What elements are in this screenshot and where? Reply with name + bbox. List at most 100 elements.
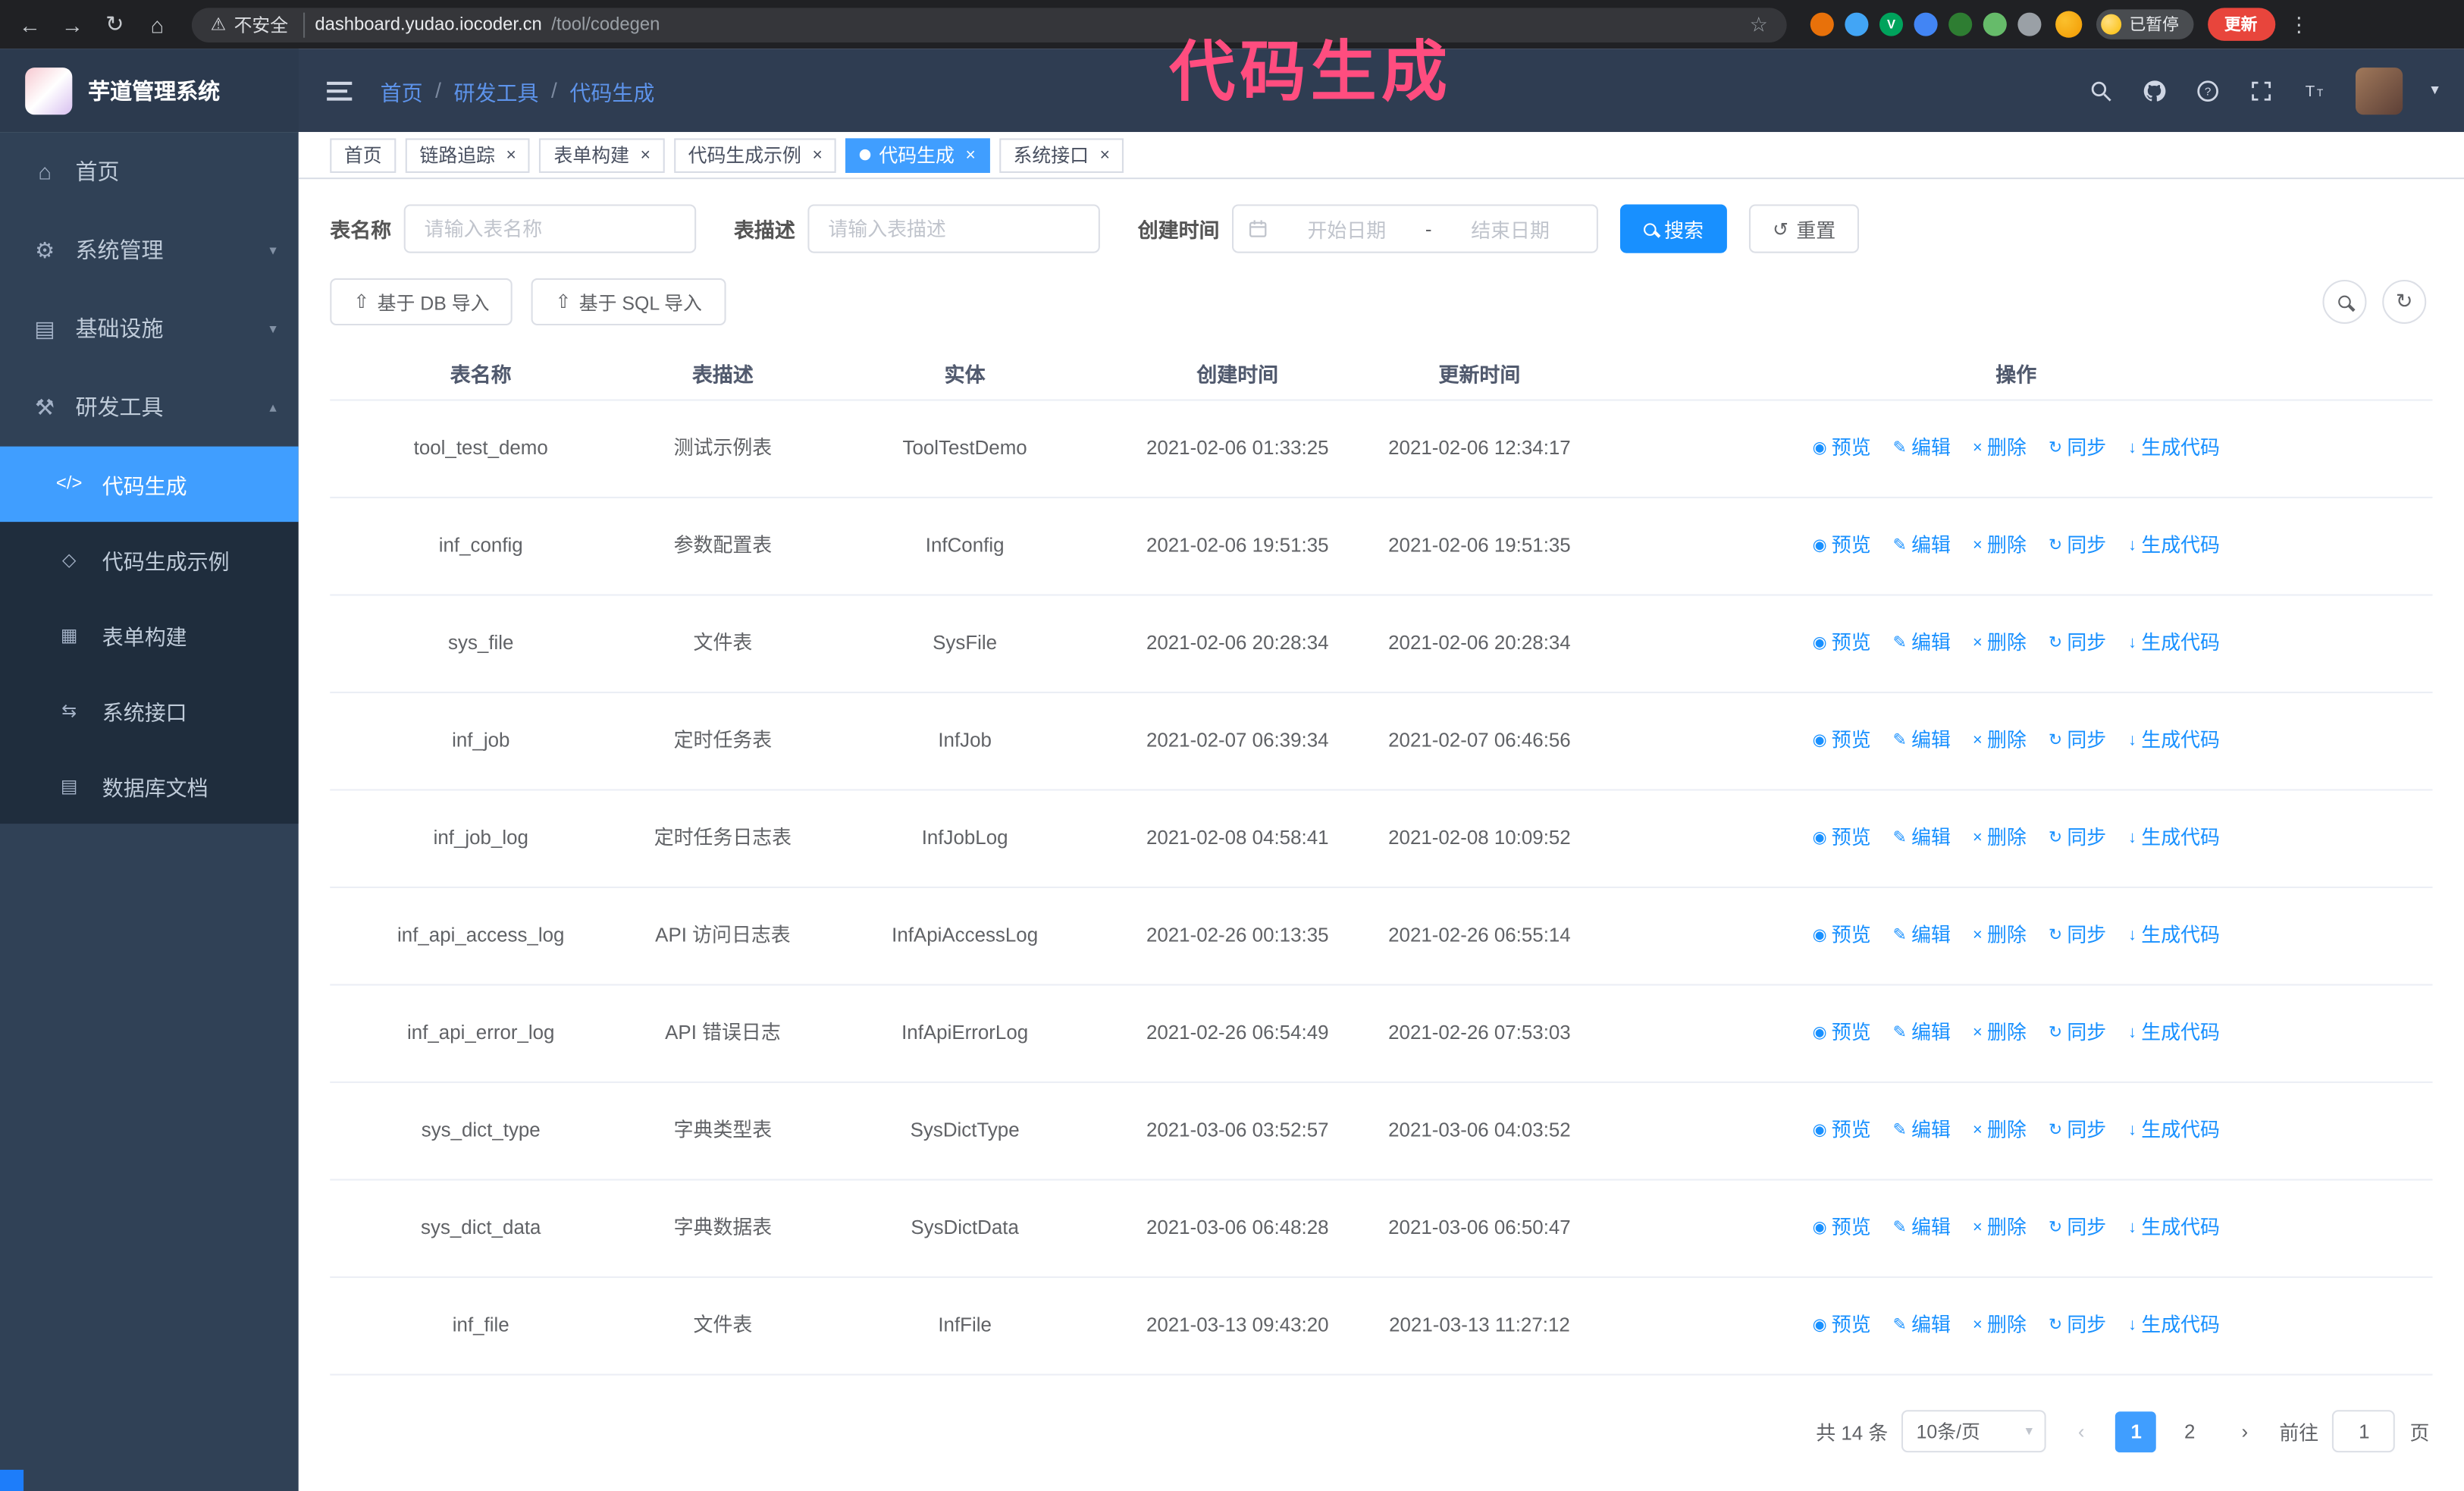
generate-link[interactable]: ↓ 生成代码 [2128, 1311, 2220, 1341]
generate-link[interactable]: ↓ 生成代码 [2128, 532, 2220, 561]
preview-link[interactable]: ◉ 预览 [1813, 532, 1871, 561]
sync-link[interactable]: ↻ 同步 [2049, 1311, 2106, 1341]
close-icon[interactable]: × [1100, 146, 1110, 165]
edit-link[interactable]: ✎ 编辑 [1893, 532, 1951, 561]
preview-link[interactable]: ◉ 预览 [1813, 921, 1871, 951]
tab-codegen[interactable]: 代码生成 × [845, 137, 990, 172]
toggle-search-button[interactable] [2322, 279, 2367, 324]
extension-blue-drop-icon[interactable] [1845, 12, 1869, 36]
chevron-down-icon[interactable]: ▾ [2431, 82, 2438, 99]
extension-grid-icon[interactable] [1914, 12, 1938, 36]
delete-link[interactable]: × 删除 [1973, 727, 2027, 756]
date-range-picker[interactable]: 开始日期 - 结束日期 [1232, 204, 1599, 253]
tab-codegen-example[interactable]: 代码生成示例 × [674, 137, 837, 172]
sync-link[interactable]: ↻ 同步 [2049, 629, 2106, 658]
delete-link[interactable]: × 删除 [1973, 434, 2027, 463]
search-button[interactable]: 搜索 [1620, 204, 1728, 253]
preview-link[interactable]: ◉ 预览 [1813, 727, 1871, 756]
sidebar-item-api[interactable]: ⇆ 系统接口 [0, 673, 299, 748]
preview-link[interactable]: ◉ 预览 [1813, 629, 1871, 658]
edit-link[interactable]: ✎ 编辑 [1893, 434, 1951, 463]
page-size-select[interactable]: 10条/页 ▾ [1901, 1410, 2047, 1453]
github-icon[interactable] [2142, 78, 2167, 103]
home-icon[interactable]: ⌂ [143, 12, 171, 37]
puzzle-icon[interactable] [2017, 12, 2042, 36]
extension-dark-green-icon[interactable] [1948, 12, 1973, 36]
edit-link[interactable]: ✎ 编辑 [1893, 1116, 1951, 1146]
start-date-placeholder[interactable]: 开始日期 [1274, 214, 1419, 243]
prev-page-button[interactable]: ‹ [2061, 1411, 2102, 1452]
sync-link[interactable]: ↻ 同步 [2049, 1019, 2106, 1048]
edit-link[interactable]: ✎ 编辑 [1893, 824, 1951, 853]
sidebar-item-codegen-example[interactable]: ◇ 代码生成示例 [0, 522, 299, 597]
sidebar-item-dev-tools[interactable]: ⚒ 研发工具 ▴ [0, 368, 299, 447]
end-date-placeholder[interactable]: 结束日期 [1438, 214, 1583, 243]
import-db-button[interactable]: ⇧ 基于 DB 导入 [330, 278, 513, 326]
extension-orange-icon[interactable] [1810, 12, 1834, 36]
refresh-table-button[interactable]: ↻ [2382, 279, 2427, 324]
update-button[interactable]: 更新 [2207, 8, 2275, 41]
preview-link[interactable]: ◉ 预览 [1813, 824, 1871, 853]
delete-link[interactable]: × 删除 [1973, 824, 2027, 853]
generate-link[interactable]: ↓ 生成代码 [2128, 1213, 2220, 1243]
breadcrumb-dev-tools[interactable]: 研发工具 [454, 74, 539, 105]
back-icon[interactable]: ← [16, 12, 44, 37]
sidebar-item-db-doc[interactable]: ▤ 数据库文档 [0, 749, 299, 824]
user-avatar[interactable] [2355, 67, 2403, 115]
edit-link[interactable]: ✎ 编辑 [1893, 629, 1951, 658]
tab-tracing[interactable]: 链路追踪 × [405, 137, 531, 172]
delete-link[interactable]: × 删除 [1973, 1311, 2027, 1341]
sidebar-item-system[interactable]: ⚙ 系统管理 ▾ [0, 211, 299, 290]
next-page-button[interactable]: › [2224, 1411, 2265, 1452]
extension-green-v-icon[interactable]: V [1879, 12, 1904, 36]
edit-link[interactable]: ✎ 编辑 [1893, 1019, 1951, 1048]
delete-link[interactable]: × 删除 [1973, 1116, 2027, 1146]
help-icon[interactable]: ? [2195, 78, 2220, 103]
sync-link[interactable]: ↻ 同步 [2049, 727, 2106, 756]
generate-link[interactable]: ↓ 生成代码 [2128, 824, 2220, 853]
forward-icon[interactable]: → [58, 12, 86, 37]
close-icon[interactable]: × [812, 146, 822, 165]
font-size-icon[interactable]: TT [2302, 78, 2327, 103]
close-icon[interactable]: × [965, 146, 975, 165]
edit-link[interactable]: ✎ 编辑 [1893, 727, 1951, 756]
edit-link[interactable]: ✎ 编辑 [1893, 1213, 1951, 1243]
delete-link[interactable]: × 删除 [1973, 1019, 2027, 1048]
bookmark-star-icon[interactable]: ☆ [1750, 12, 1768, 37]
generate-link[interactable]: ↓ 生成代码 [2128, 727, 2220, 756]
sidebar-item-form-builder[interactable]: ▦ 表单构建 [0, 598, 299, 673]
sync-link[interactable]: ↻ 同步 [2049, 1116, 2106, 1146]
tab-home[interactable]: 首页 [330, 137, 397, 172]
hamburger-icon[interactable] [327, 80, 353, 100]
generate-link[interactable]: ↓ 生成代码 [2128, 921, 2220, 951]
search-icon[interactable] [2089, 78, 2114, 103]
generate-link[interactable]: ↓ 生成代码 [2128, 629, 2220, 658]
sidebar-item-infra[interactable]: ▤ 基础设施 ▾ [0, 289, 299, 368]
preview-link[interactable]: ◉ 预览 [1813, 1019, 1871, 1048]
page-button-1[interactable]: 1 [2115, 1411, 2157, 1452]
fullscreen-icon[interactable] [2249, 78, 2274, 103]
page-button-2[interactable]: 2 [2169, 1411, 2210, 1452]
sync-link[interactable]: ↻ 同步 [2049, 824, 2106, 853]
generate-link[interactable]: ↓ 生成代码 [2128, 1019, 2220, 1048]
sync-link[interactable]: ↻ 同步 [2049, 532, 2106, 561]
browser-menu-icon[interactable]: ⋮ [2289, 12, 2309, 37]
sync-link[interactable]: ↻ 同步 [2049, 1213, 2106, 1243]
table-name-input[interactable] [403, 204, 697, 253]
import-sql-button[interactable]: ⇧ 基于 SQL 导入 [531, 278, 726, 326]
sync-link[interactable]: ↻ 同步 [2049, 921, 2106, 951]
breadcrumb-home[interactable]: 首页 [381, 74, 423, 105]
generate-link[interactable]: ↓ 生成代码 [2128, 434, 2220, 463]
address-bar[interactable]: ⚠ 不安全 dashboard.yudao.iocoder.cn /tool/c… [191, 7, 1787, 42]
sync-link[interactable]: ↻ 同步 [2049, 434, 2106, 463]
paused-badge[interactable]: 已暂停 [2096, 9, 2193, 39]
delete-link[interactable]: × 删除 [1973, 1213, 2027, 1243]
close-icon[interactable]: × [641, 146, 650, 165]
reset-button[interactable]: ↺ 重置 [1749, 204, 1860, 253]
table-desc-input[interactable] [807, 204, 1100, 253]
goto-page-input[interactable] [2332, 1410, 2396, 1453]
delete-link[interactable]: × 删除 [1973, 921, 2027, 951]
close-icon[interactable]: × [506, 146, 516, 165]
generate-link[interactable]: ↓ 生成代码 [2128, 1116, 2220, 1146]
preview-link[interactable]: ◉ 预览 [1813, 1213, 1871, 1243]
